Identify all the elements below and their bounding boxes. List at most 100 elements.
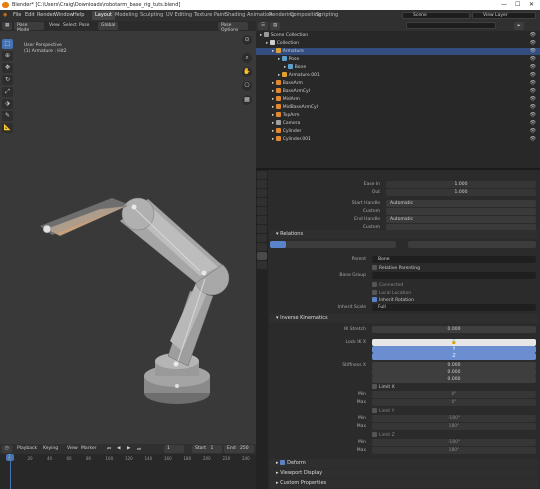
max-z-field[interactable]: 180° <box>372 447 536 454</box>
output-tab-icon[interactable] <box>257 189 267 197</box>
outliner-editor-type[interactable]: ☰ <box>258 22 269 30</box>
limit-x-checkbox[interactable]: Limit X <box>372 384 395 390</box>
scene-tab-icon[interactable] <box>257 207 267 215</box>
min-z-field[interactable]: -180° <box>372 439 536 446</box>
end-handle-field[interactable]: Automatic <box>386 216 536 223</box>
visibility-eye-icon[interactable]: 👁 <box>530 136 536 143</box>
bone-group-field[interactable] <box>372 272 536 279</box>
outliner-row[interactable]: ▸ Collection 👁 <box>256 40 540 47</box>
blender-menu-icon[interactable]: ◉ <box>3 12 7 18</box>
start-custom-field[interactable] <box>386 208 536 215</box>
outliner-row[interactable]: ▸ BaseArmCyl 👁 <box>256 88 540 95</box>
visibility-eye-icon[interactable]: 👁 <box>530 80 536 87</box>
render-tab-icon[interactable] <box>257 180 267 188</box>
tab-scripting[interactable]: Scripting <box>313 11 341 20</box>
modifier-tab-icon[interactable] <box>257 234 267 242</box>
minimize-button[interactable]: — <box>501 1 507 8</box>
custom-properties-panel-header[interactable]: ▸ Custom Properties <box>270 479 538 488</box>
stiffness-z-field[interactable]: 0.000 <box>372 376 536 383</box>
ease-in-field[interactable]: 1.000 <box>386 181 536 188</box>
stiffness-x-field[interactable]: 0.000 <box>372 362 536 369</box>
tab-sculpting[interactable]: Sculpting <box>137 11 166 20</box>
stiffness-y-field[interactable]: 0.000 <box>372 369 536 376</box>
timeline-editor-type[interactable]: ◷ <box>2 445 12 453</box>
lock-ik-x-toggle[interactable]: 🔒 <box>372 339 536 346</box>
bone-constraint-tab-icon[interactable] <box>257 261 267 269</box>
data-tab-icon[interactable] <box>257 243 267 251</box>
lock-ik-z-toggle[interactable]: Z <box>372 353 536 360</box>
visibility-eye-icon[interactable]: 👁 <box>530 88 536 95</box>
outliner-row[interactable]: ▸ Armature.001 👁 <box>256 72 540 79</box>
ik-stretch-field[interactable]: 0.000 <box>372 326 536 333</box>
menu-playback[interactable]: Playback <box>14 445 40 453</box>
jump-to-end-icon[interactable]: ⏭ <box>134 445 144 453</box>
deform-panel-header[interactable]: ▸ Deform <box>270 459 538 468</box>
relations-panel-header[interactable]: ▾ Relations <box>270 230 538 239</box>
scene-selector[interactable]: Scene <box>402 12 470 19</box>
visibility-eye-icon[interactable]: 👁 <box>530 56 536 63</box>
timeline-track-area[interactable]: 1 020406080100120140160180200220240 <box>0 454 256 489</box>
view-layer-tab-icon[interactable] <box>257 198 267 206</box>
menu-edit[interactable]: Edit <box>25 12 35 18</box>
outliner-row[interactable]: ▸ Armature 👁 <box>256 48 540 55</box>
outliner-row[interactable]: ▸ BaseArm 👁 <box>256 80 540 87</box>
deform-check[interactable] <box>280 460 286 465</box>
play-icon[interactable]: ▶ <box>124 445 133 453</box>
visibility-eye-icon[interactable]: 👁 <box>530 72 536 79</box>
outliner-row[interactable]: ▸ Scene Collection 👁 <box>256 32 540 39</box>
visibility-eye-icon[interactable]: 👁 <box>530 40 536 47</box>
object-tab-icon[interactable] <box>257 225 267 233</box>
ik-panel-header[interactable]: ▾ Inverse Kinematics <box>270 314 538 323</box>
outliner-search-input[interactable] <box>406 22 496 29</box>
start-frame-field[interactable]: Start 1 <box>192 445 222 453</box>
limit-y-checkbox[interactable]: Limit Y <box>372 408 394 414</box>
relative-parenting-checkbox[interactable]: Relative Parenting <box>372 265 420 271</box>
display-mode-icon[interactable]: ▤ <box>270 22 281 30</box>
local-location-checkbox[interactable]: Local Location <box>372 290 411 296</box>
outliner-row[interactable]: ▸ Bone 👁 <box>256 64 540 71</box>
outliner-row[interactable]: ▸ Cylinder.001 👁 <box>256 136 540 143</box>
menu-file[interactable]: File <box>13 12 21 18</box>
jump-to-start-icon[interactable]: ⏮ <box>104 445 114 453</box>
lock-ik-y-toggle[interactable]: Y <box>372 346 536 353</box>
visibility-eye-icon[interactable]: 👁 <box>530 104 536 111</box>
3d-viewport[interactable]: ▦ Pose Mode View Select Pose Global Pose… <box>0 21 256 444</box>
layers-grid-b[interactable] <box>408 241 536 248</box>
connected-checkbox[interactable]: Connected <box>372 282 403 288</box>
menu-marker[interactable]: Marker <box>78 445 100 453</box>
start-handle-field[interactable]: Automatic <box>386 200 536 207</box>
world-tab-icon[interactable] <box>257 216 267 224</box>
outliner-row[interactable]: ▸ MidBaseArmCyl 👁 <box>256 104 540 111</box>
tool-tab-icon[interactable] <box>257 171 267 179</box>
visibility-eye-icon[interactable]: 👁 <box>530 128 536 135</box>
outliner-row[interactable]: ▸ Pose 👁 <box>256 56 540 63</box>
play-reverse-icon[interactable]: ◀ <box>114 445 123 453</box>
viewport-display-panel-header[interactable]: ▸ Viewport Display <box>270 469 538 478</box>
max-y-field[interactable]: 180° <box>372 423 536 430</box>
menu-render[interactable]: Render <box>37 12 55 18</box>
outliner-row[interactable]: ▸ MidArm 👁 <box>256 96 540 103</box>
inherit-scale-select[interactable]: Full <box>372 304 536 311</box>
menu-help[interactable]: Help <box>73 12 84 18</box>
visibility-eye-icon[interactable]: 👁 <box>530 112 536 119</box>
outliner-row[interactable]: ▸ Cylinder 👁 <box>256 128 540 135</box>
min-x-field[interactable]: 0° <box>372 391 536 398</box>
filter-icon[interactable]: ⏷ <box>514 22 524 30</box>
menu-keying[interactable]: Keying <box>40 445 61 453</box>
max-x-field[interactable]: 0° <box>372 399 536 406</box>
visibility-eye-icon[interactable]: 👁 <box>530 64 536 71</box>
current-frame-field[interactable]: 1 <box>164 445 184 453</box>
visibility-eye-icon[interactable]: 👁 <box>530 32 536 39</box>
maximize-button[interactable]: ☐ <box>515 1 520 8</box>
outliner-row[interactable]: ▸ Camera 👁 <box>256 120 540 127</box>
end-frame-field[interactable]: End 250 <box>224 445 254 453</box>
visibility-eye-icon[interactable]: 👁 <box>530 48 536 55</box>
view-layer-selector[interactable]: View Layer <box>472 12 536 19</box>
ease-out-field[interactable]: 1.000 <box>386 189 536 196</box>
inherit-rotation-checkbox[interactable]: Inherit Rotation <box>372 297 414 303</box>
menu-window[interactable]: Window <box>54 12 74 18</box>
layers-grid-a[interactable] <box>270 241 396 248</box>
min-y-field[interactable]: -180° <box>372 415 536 422</box>
limit-z-checkbox[interactable]: Limit Z <box>372 432 395 438</box>
parent-field[interactable]: Bone <box>372 256 536 263</box>
